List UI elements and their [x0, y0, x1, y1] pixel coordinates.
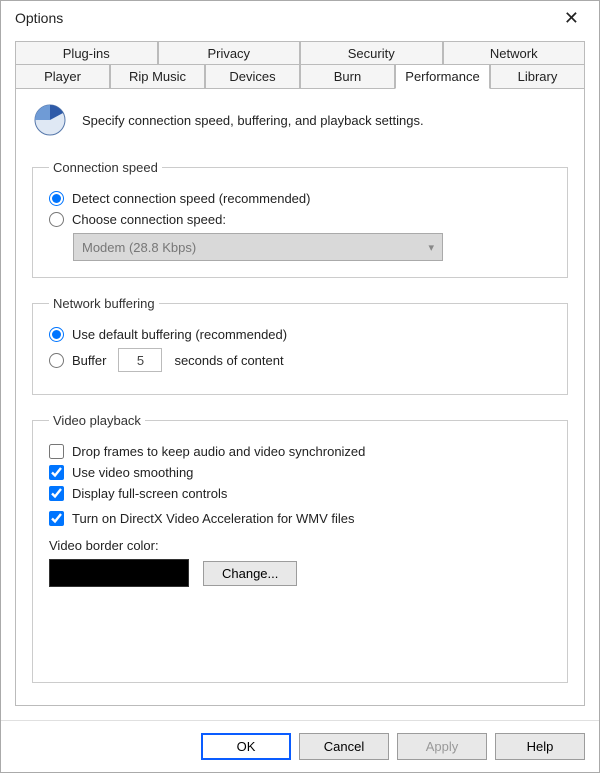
tabstrip: Plug-ins Privacy Security Network Player…: [15, 41, 585, 88]
label-detect-speed: Detect connection speed (recommended): [72, 191, 310, 206]
tab-rip-music[interactable]: Rip Music: [110, 64, 205, 89]
change-color-button[interactable]: Change...: [203, 561, 297, 586]
check-fullscreen-controls[interactable]: [49, 486, 64, 501]
tab-burn[interactable]: Burn: [300, 64, 395, 89]
label-video-smoothing: Use video smoothing: [72, 465, 193, 480]
chevron-down-icon: ▾: [428, 241, 434, 254]
dialog-body: Plug-ins Privacy Security Network Player…: [1, 31, 599, 720]
border-color-swatch: [49, 559, 189, 587]
video-playback-legend: Video playback: [49, 413, 145, 428]
label-border-color: Video border color:: [49, 538, 159, 553]
label-fullscreen-controls: Display full-screen controls: [72, 486, 227, 501]
dialog-buttons: OK Cancel Apply Help: [1, 720, 599, 772]
check-video-smoothing[interactable]: [49, 465, 64, 480]
input-buffer-seconds[interactable]: [118, 348, 162, 372]
intro-text: Specify connection speed, buffering, and…: [82, 113, 424, 128]
close-icon[interactable]: ✕: [554, 7, 589, 29]
apply-button[interactable]: Apply: [397, 733, 487, 760]
connection-speed-group: Connection speed Detect connection speed…: [32, 160, 568, 278]
cancel-button[interactable]: Cancel: [299, 733, 389, 760]
tab-network[interactable]: Network: [443, 41, 586, 65]
help-button[interactable]: Help: [495, 733, 585, 760]
titlebar: Options ✕: [1, 1, 599, 31]
window-title: Options: [15, 10, 63, 26]
network-buffering-group: Network buffering Use default buffering …: [32, 296, 568, 395]
label-directx-accel: Turn on DirectX Video Acceleration for W…: [72, 511, 355, 526]
performance-icon: [32, 102, 68, 138]
check-drop-frames[interactable]: [49, 444, 64, 459]
label-default-buffering: Use default buffering (recommended): [72, 327, 287, 342]
label-buffer: Buffer: [72, 353, 106, 368]
radio-default-buffering[interactable]: [49, 327, 64, 342]
select-connection-speed[interactable]: Modem (28.8 Kbps) ▾: [73, 233, 443, 261]
radio-buffer[interactable]: [49, 353, 64, 368]
tab-devices[interactable]: Devices: [205, 64, 300, 89]
label-drop-frames: Drop frames to keep audio and video sync…: [72, 444, 365, 459]
select-value: Modem (28.8 Kbps): [82, 240, 196, 255]
connection-speed-legend: Connection speed: [49, 160, 162, 175]
network-buffering-legend: Network buffering: [49, 296, 159, 311]
label-buffer-suffix: seconds of content: [174, 353, 283, 368]
radio-detect-speed[interactable]: [49, 191, 64, 206]
check-directx-accel[interactable]: [49, 511, 64, 526]
performance-panel: Specify connection speed, buffering, and…: [15, 88, 585, 706]
ok-button[interactable]: OK: [201, 733, 291, 760]
tab-privacy[interactable]: Privacy: [158, 41, 301, 65]
tab-library[interactable]: Library: [490, 64, 585, 89]
tab-security[interactable]: Security: [300, 41, 443, 65]
tab-performance[interactable]: Performance: [395, 64, 490, 89]
tab-plugins[interactable]: Plug-ins: [15, 41, 158, 65]
label-choose-speed: Choose connection speed:: [72, 212, 226, 227]
radio-choose-speed[interactable]: [49, 212, 64, 227]
video-playback-group: Video playback Drop frames to keep audio…: [32, 413, 568, 683]
tab-player[interactable]: Player: [15, 64, 110, 89]
